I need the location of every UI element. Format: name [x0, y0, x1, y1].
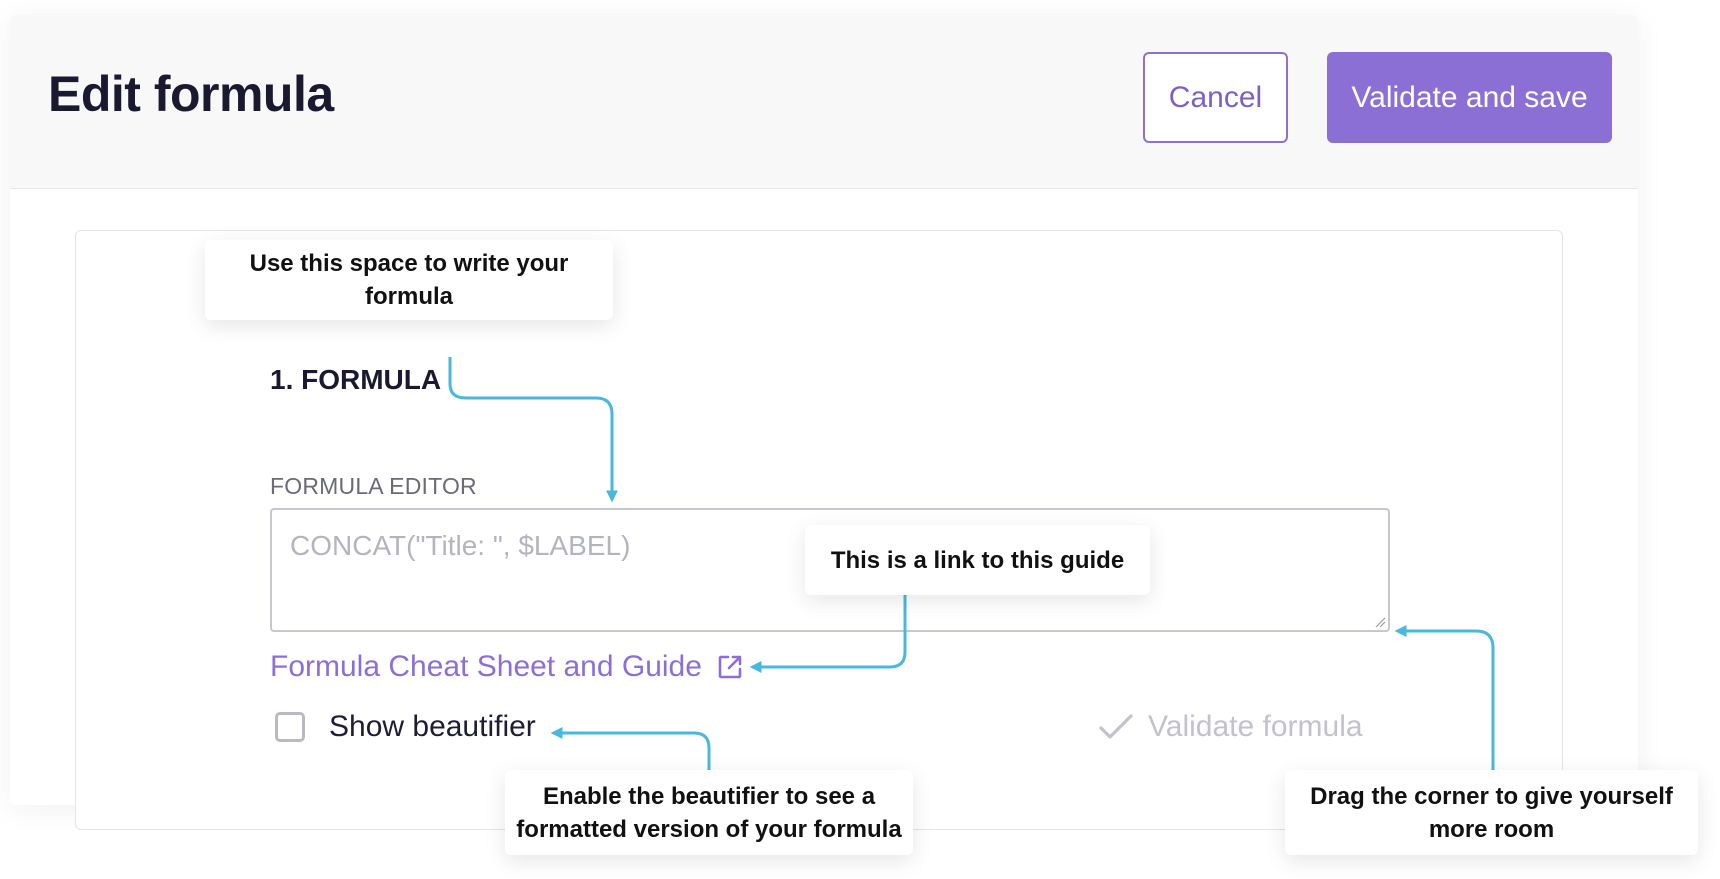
dialog-header: Edit formula Cancel Validate and save — [10, 15, 1638, 189]
resize-grip-icon[interactable] — [1374, 616, 1386, 628]
beautifier-checkbox[interactable] — [275, 712, 305, 742]
formula-guide-link[interactable]: Formula Cheat Sheet and Guide — [270, 650, 744, 684]
tooltip-formula-space: Use this space to write your formula — [205, 240, 613, 320]
tooltip-beautifier: Enable the beautifier to see a formatted… — [505, 770, 913, 855]
validate-and-save-button[interactable]: Validate and save — [1327, 52, 1612, 143]
show-beautifier-toggle[interactable]: Show beautifier — [275, 710, 536, 744]
validate-formula-button[interactable]: Validate formula — [1098, 710, 1363, 744]
cancel-button[interactable]: Cancel — [1143, 52, 1288, 143]
external-link-icon — [718, 655, 742, 679]
section-title-formula: 1. FORMULA — [270, 364, 442, 395]
tooltip-drag-corner: Drag the corner to give yourself more ro… — [1285, 770, 1698, 855]
validate-formula-label: Validate formula — [1148, 710, 1363, 743]
tooltip-guide-link: This is a link to this guide — [805, 525, 1150, 595]
checkmark-icon — [1099, 714, 1133, 739]
beautifier-label: Show beautifier — [329, 710, 536, 743]
page-title: Edit formula — [48, 66, 334, 122]
guide-link-label: Formula Cheat Sheet and Guide — [270, 650, 702, 683]
formula-editor-label: FORMULA EDITOR — [270, 473, 477, 499]
formula-editor-placeholder: CONCAT("Title: ", $LABEL) — [290, 530, 631, 561]
